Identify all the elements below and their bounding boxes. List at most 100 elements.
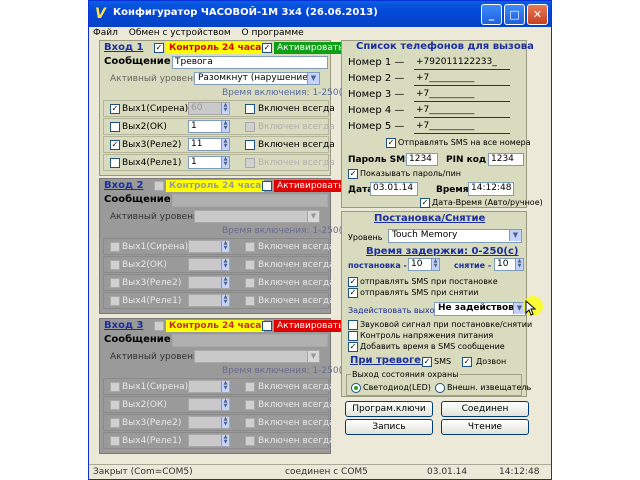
zone-2-out1-time[interactable]: ▲ ▼: [188, 240, 230, 253]
menu-device-exchange[interactable]: Обмен с устройством: [125, 27, 235, 40]
phone-4-input[interactable]: +7__________: [414, 105, 510, 118]
sms-all-label: Отправлять SMS на все номера: [398, 138, 531, 147]
zone-3-active-level-select[interactable]: ▼: [194, 350, 320, 363]
zone-3-out4-always-checkbox[interactable]: [245, 436, 255, 446]
auto-datetime-checkbox[interactable]: ✓: [420, 198, 430, 208]
zone-2-out3-always-label: Включен всегда: [258, 278, 335, 288]
disarm-delay-input[interactable]: 10 ▲ ▼: [494, 258, 524, 271]
zone-2-active-level-select[interactable]: ▼: [194, 210, 320, 223]
zone-1-out3-always-checkbox[interactable]: [245, 140, 255, 150]
zone-3-message-input[interactable]: [172, 334, 328, 347]
zone-1-out3-checkbox[interactable]: ✓: [110, 140, 120, 150]
phone-1-input[interactable]: +792011122233_: [414, 57, 510, 70]
zone-1-active-level-select[interactable]: Разомкнут (нарушение) ▼: [194, 72, 320, 85]
phone-3-input[interactable]: +7__________: [414, 89, 510, 102]
state-ext-radio[interactable]: [435, 383, 445, 393]
zone-2-out3-time[interactable]: ▲ ▼: [188, 276, 230, 289]
phone-2-input[interactable]: +7__________: [414, 73, 510, 86]
phone-3-label: Номер 3 —: [348, 89, 405, 100]
connect-button[interactable]: Соединен: [441, 401, 529, 417]
alarm-call-checkbox[interactable]: ✓: [462, 357, 472, 367]
read-button[interactable]: Чтение: [441, 419, 529, 435]
sms-password-input[interactable]: 1234: [406, 153, 438, 166]
zone-2-out2-checkbox[interactable]: [110, 260, 120, 270]
zone-3-out2-checkbox[interactable]: [110, 400, 120, 410]
program-keys-button[interactable]: Програм.ключи: [345, 401, 433, 417]
zone-3-out4-checkbox[interactable]: [110, 436, 120, 446]
write-button[interactable]: Запись: [345, 419, 433, 435]
sms-disarm-checkbox[interactable]: ✓: [348, 288, 358, 298]
power-checkbox[interactable]: [348, 331, 358, 341]
zone-3-ctrl24-checkbox[interactable]: [154, 321, 164, 331]
sms-all-checkbox[interactable]: ✓: [386, 138, 396, 148]
zone-1-out4-always-checkbox[interactable]: [245, 158, 255, 168]
zone-2-out4-always-checkbox[interactable]: [245, 296, 255, 306]
alarm-sms-checkbox[interactable]: ✓: [422, 357, 432, 367]
add-time-checkbox[interactable]: ✓: [348, 342, 358, 352]
zone-2-out2-always-checkbox[interactable]: [245, 260, 255, 270]
phone-5-input[interactable]: +7__________: [414, 121, 510, 134]
zone-2-out3-always-checkbox[interactable]: [245, 278, 255, 288]
title-bar[interactable]: V Конфигуратор ЧАСОВОЙ-1М 3х4 (26.06.201…: [89, 1, 551, 27]
arm-delay-input[interactable]: 10 ▲ ▼: [408, 258, 440, 271]
zone-1-out2-time[interactable]: 1 ▲ ▼: [188, 120, 230, 133]
zone-3-out2-label: Вых2(ОК): [122, 400, 167, 410]
minimize-button[interactable]: _: [481, 4, 502, 25]
close-button[interactable]: ✕: [527, 4, 548, 25]
pin-input[interactable]: 1234: [488, 153, 524, 166]
app-window: V Конфигуратор ЧАСОВОЙ-1М 3х4 (26.06.201…: [88, 0, 552, 480]
arming-title: Постановка/Снятие: [374, 213, 486, 224]
maximize-button[interactable]: □: [504, 4, 525, 25]
zone-1-message-input[interactable]: Тревога: [172, 56, 328, 69]
show-password-checkbox[interactable]: ✓: [348, 169, 358, 179]
zone-2-out1-always-checkbox[interactable]: [245, 242, 255, 252]
zone-2-out2-always-label: Включен всегда: [258, 260, 335, 270]
menu-about[interactable]: О программе: [238, 27, 308, 40]
arming-level-select[interactable]: Touch Memory ▼: [388, 229, 522, 243]
zone-3-out1-time[interactable]: ▲ ▼: [188, 380, 230, 393]
phones-panel: Список телефонов для вызова Номер 1 — +7…: [341, 40, 543, 208]
output-select[interactable]: Не задействовать ▼: [434, 302, 531, 316]
zone-1-activate-checkbox[interactable]: ✓: [262, 43, 272, 53]
sms-arm-checkbox[interactable]: ✓: [348, 277, 358, 287]
zone-3-out4-always-label: Включен всегда: [258, 436, 335, 446]
zone-1-output-row-4: Вых4(Реле1) 1 ▲ ▼ Включен всегда: [103, 154, 335, 171]
zone-3-out2-time[interactable]: ▲ ▼: [188, 398, 230, 411]
zone-1-out3-time[interactable]: 11 ▲ ▼: [188, 138, 230, 151]
zone-2-out4-checkbox[interactable]: [110, 296, 120, 306]
zone-1-ctrl24-label: Контроль 24 часа: [166, 42, 265, 54]
date-input[interactable]: 03.01.14: [370, 182, 418, 196]
zone-2-activate-checkbox[interactable]: [262, 181, 272, 191]
zone-1-output-row-3: ✓ Вых3(Реле2) 11 ▲ ▼ Включен всегда: [103, 136, 335, 153]
zone-3-out3-time[interactable]: ▲ ▼: [188, 416, 230, 429]
phone-5-label: Номер 5 —: [348, 121, 405, 132]
time-input[interactable]: 14:12:48: [468, 182, 514, 196]
zone-3-out3-always-checkbox[interactable]: [245, 418, 255, 428]
zone-3-out2-always-checkbox[interactable]: [245, 400, 255, 410]
zone-3-out1-checkbox[interactable]: [110, 382, 120, 392]
zone-2-ctrl24-checkbox[interactable]: [154, 181, 164, 191]
zone-2-out3-checkbox[interactable]: [110, 278, 120, 288]
zone-1-out4-checkbox[interactable]: [110, 158, 120, 168]
zone-3-out4-time[interactable]: ▲ ▼: [188, 434, 230, 447]
zone-2-out1-checkbox[interactable]: [110, 242, 120, 252]
zone-2-message-input[interactable]: [172, 194, 328, 207]
zone-3-out3-checkbox[interactable]: [110, 418, 120, 428]
zone-1-out1-always-checkbox[interactable]: [245, 104, 255, 114]
sound-checkbox[interactable]: [348, 320, 358, 330]
state-led-label: Светодиод(LED): [363, 383, 431, 392]
zone-3-out1-always-checkbox[interactable]: [245, 382, 255, 392]
zone-2-out4-time[interactable]: ▲ ▼: [188, 294, 230, 307]
zone-2-out2-time[interactable]: ▲ ▼: [188, 258, 230, 271]
zone-1-out4-time[interactable]: 1 ▲ ▼: [188, 156, 230, 169]
arming-level-value: Touch Memory: [392, 230, 458, 240]
zone-3-active-level-label: Активный уровень: [110, 352, 199, 362]
zone-1-ctrl24-checkbox[interactable]: ✓: [154, 43, 164, 53]
zone-1-out2-checkbox[interactable]: [110, 122, 120, 132]
zone-3-activate-checkbox[interactable]: [262, 321, 272, 331]
menu-file[interactable]: Файл: [89, 27, 122, 40]
zone-1-out1-checkbox[interactable]: ✓: [110, 104, 120, 114]
zone-1-out2-always-checkbox[interactable]: [245, 122, 255, 132]
state-led-radio[interactable]: [351, 383, 361, 393]
zone-1-out1-time[interactable]: 60 ▲ ▼: [188, 102, 230, 115]
